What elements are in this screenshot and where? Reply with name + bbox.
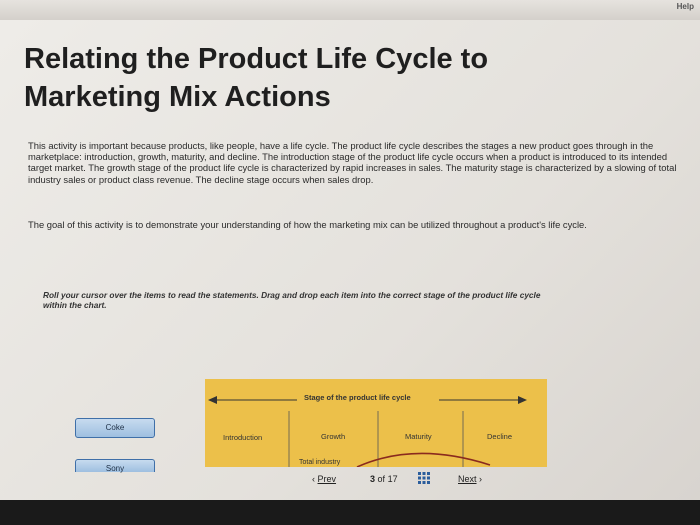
curve-label: Total industry — [299, 459, 341, 466]
goal-paragraph: The goal of this activity is to demonstr… — [28, 219, 587, 230]
stage-decline: Decline — [487, 432, 513, 441]
bottom-bezel — [0, 500, 700, 525]
page-indicator: 3 of 17 — [370, 474, 398, 484]
chevron-right-icon: › — [479, 474, 483, 484]
prev-link[interactable]: Prev — [318, 474, 337, 484]
right-arrow-head — [518, 396, 527, 404]
instruction-text: Roll your cursor over the items to read … — [43, 290, 541, 310]
next-button[interactable]: Next › — [458, 474, 482, 484]
stage-growth: Growth — [321, 432, 346, 441]
drag-item-sony[interactable]: Sony — [75, 459, 155, 473]
left-arrow-head — [208, 396, 217, 404]
chevron-left-icon: ‹ — [312, 474, 315, 484]
intro-paragraph: This activity is important because produ… — [28, 140, 677, 185]
stage-maturity: Maturity — [405, 432, 432, 441]
help-link[interactable]: Help — [677, 2, 694, 11]
product-life-cycle-chart: Stage of the product life cycle Introduc… — [205, 379, 547, 467]
current-page: 3 — [370, 474, 376, 484]
grid-icon[interactable] — [418, 472, 430, 486]
sales-curve — [356, 452, 491, 467]
total-pages: 17 — [387, 474, 398, 484]
top-bar: Help — [0, 0, 700, 21]
page-title: Relating the Product Life Cycle to Marke… — [24, 43, 489, 113]
drag-item-coke[interactable]: Coke — [75, 418, 155, 438]
next-link[interactable]: Next — [458, 474, 477, 484]
stage-introduction: Introduction — [223, 433, 263, 442]
page-of: of — [377, 474, 386, 484]
stage-title: Stage of the product life cycle — [301, 393, 414, 402]
prev-button[interactable]: ‹ Prev — [312, 474, 336, 484]
